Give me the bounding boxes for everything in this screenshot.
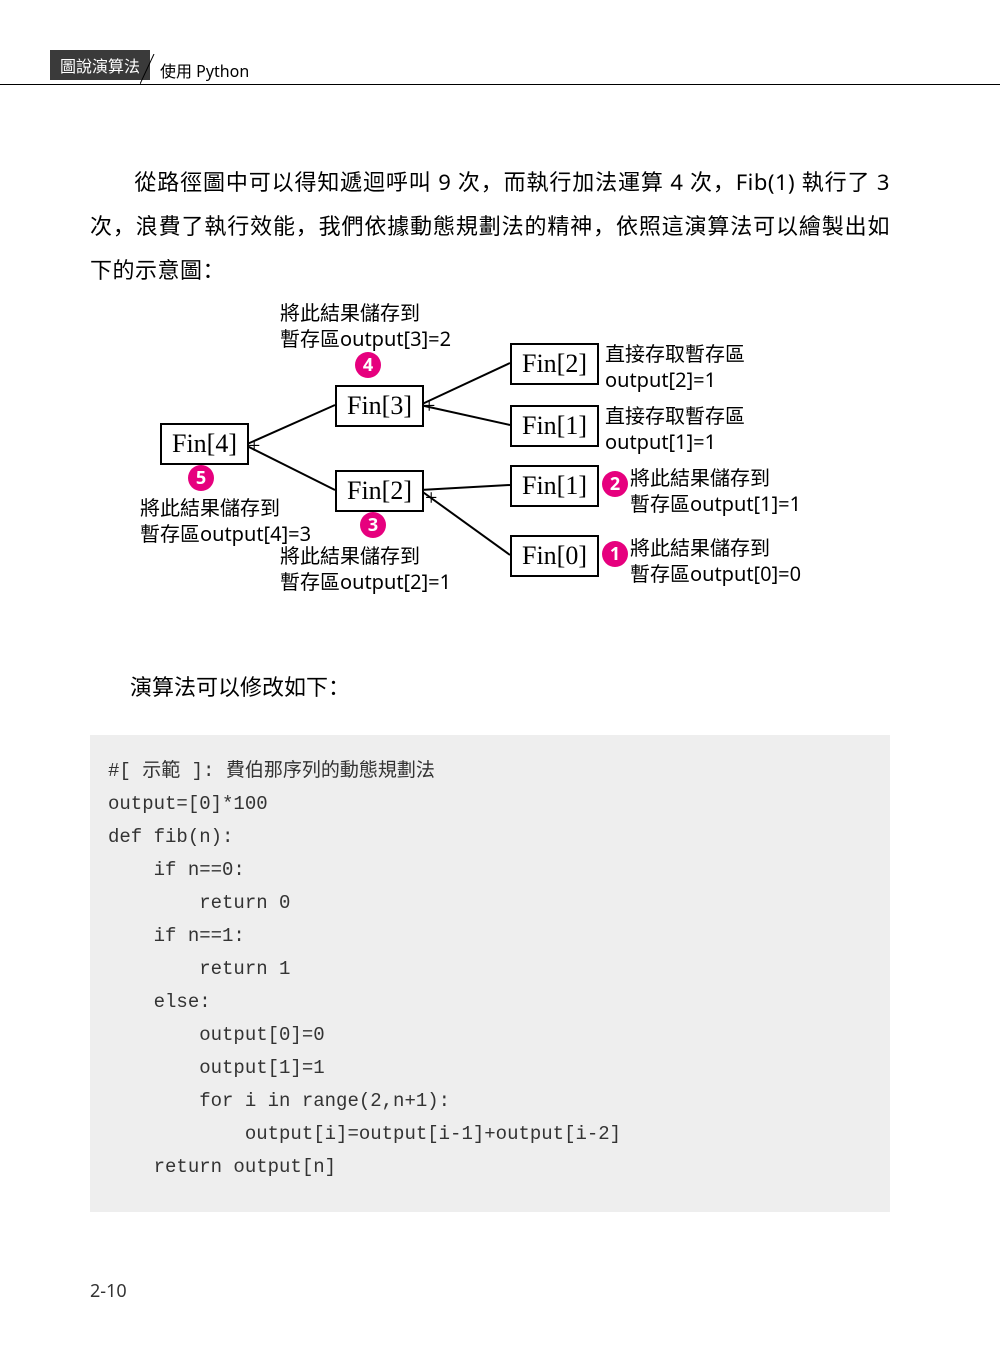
node-fin3: Fin[3] [335,385,424,427]
code-line: if n==0: [108,854,872,887]
code-line: output=[0]*100 [108,788,872,821]
badge-3: 3 [360,512,386,538]
ann-fin1b: 將此結果儲存到暫存區output[1]=1 [630,465,801,517]
page-number: 2-10 [90,1279,127,1303]
ann-fin2b: 直接存取暫存區output[2]=1 [605,341,745,393]
node-fin4: Fin[4] [160,423,249,465]
badge-1: 1 [602,541,628,567]
intro-paragraph: 從路徑圖中可以得知遞迴呼叫 9 次，而執行加法運算 4 次，Fib(1) 執行了… [90,160,890,292]
code-line: if n==1: [108,920,872,953]
badge-2: 2 [602,471,628,497]
intro-text: 從路徑圖中可以得知遞迴呼叫 9 次，而執行加法運算 4 次，Fib(1) 執行了… [90,167,890,285]
ann-fin1a: 直接存取暫存區output[1]=1 [605,403,745,455]
fib-tree-diagram: Fin[4] Fin[3] Fin[2] Fin[2] Fin[1] Fin[1… [90,305,890,645]
code-line: output[i]=output[i-1]+output[i-2] [108,1118,872,1151]
code-line: return 0 [108,887,872,920]
ann-3: 將此結果儲存到暫存區output[2]=1 [280,543,451,595]
node-fin1b: Fin[1] [510,465,599,507]
plus-3: + [425,485,437,511]
code-intro-text: 演算法可以修改如下： [130,670,350,702]
plus-2: + [423,393,435,419]
ann-fin0: 將此結果儲存到暫存區output[0]=0 [630,535,801,587]
node-fin0: Fin[0] [510,535,599,577]
node-fin2b: Fin[2] [510,343,599,385]
code-line: return output[n] [108,1151,872,1184]
ann-4: 將此結果儲存到暫存區output[3]=2 [280,300,451,352]
code-line: output[0]=0 [108,1019,872,1052]
plus-1: + [248,433,260,459]
code-line: else: [108,986,872,1019]
node-fin1a: Fin[1] [510,405,599,447]
badge-5: 5 [188,465,214,491]
header-tab: 圖說演算法 [50,50,150,80]
node-fin2a: Fin[2] [335,470,424,512]
code-line: #[ 示範 ]: 費伯那序列的動態規劃法 [108,755,872,788]
code-line: def fib(n): [108,821,872,854]
header-subtitle: 使用 Python [152,54,257,86]
ann-5: 將此結果儲存到暫存區output[4]=3 [140,495,311,547]
code-line: output[1]=1 [108,1052,872,1085]
code-line: return 1 [108,953,872,986]
code-line: for i in range(2,n+1): [108,1085,872,1118]
code-block: #[ 示範 ]: 費伯那序列的動態規劃法 output=[0]*100 def … [90,735,890,1212]
badge-4: 4 [355,352,381,378]
